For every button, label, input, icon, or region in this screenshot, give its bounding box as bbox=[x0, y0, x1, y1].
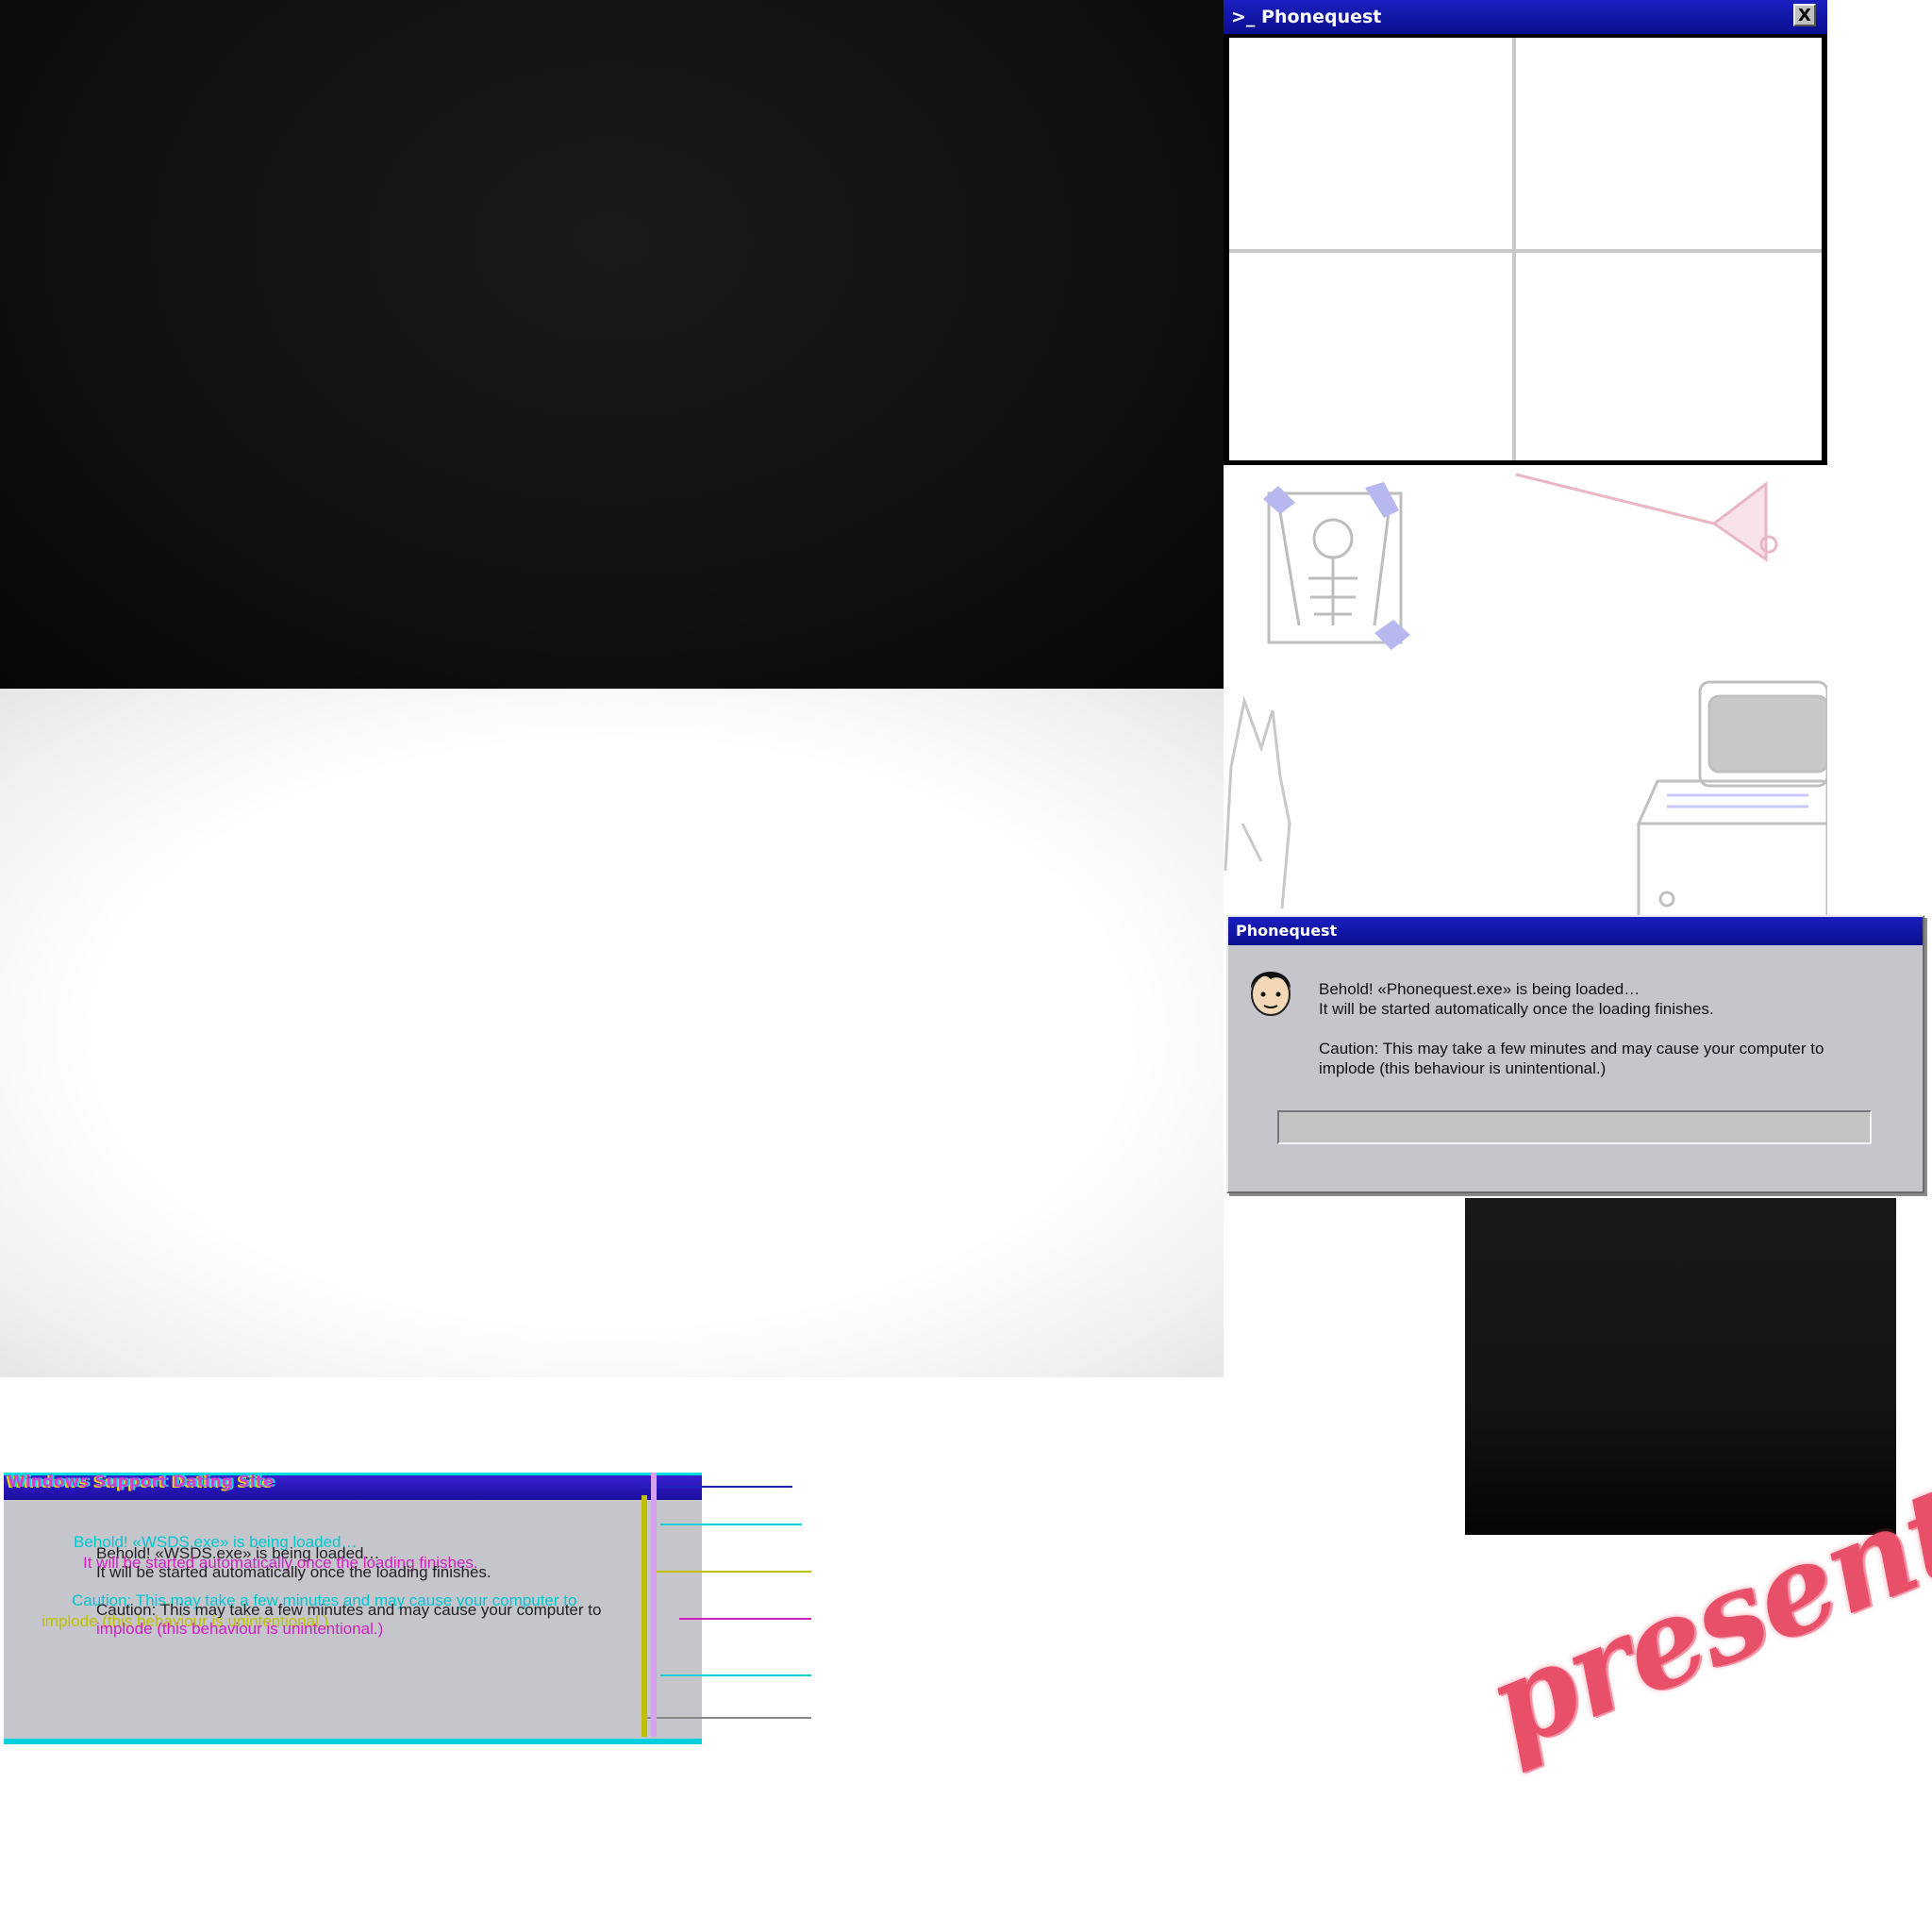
glitch-streak bbox=[641, 1486, 792, 1488]
terminal-body bbox=[1229, 38, 1822, 460]
glitch-streak bbox=[679, 1618, 811, 1620]
glitch-streak bbox=[660, 1524, 802, 1525]
dialog-line-3: Caution: This may take a few minutes and… bbox=[1319, 1040, 1824, 1058]
glitch-streak bbox=[641, 1495, 647, 1737]
terminal-titlebar[interactable]: >_ Phonequest X bbox=[1224, 0, 1827, 34]
loading-dialog: Phonequest Behold! «Phonequest.exe» is b… bbox=[1226, 915, 1924, 1193]
glitch-streak bbox=[651, 1571, 811, 1573]
light-background-panel bbox=[0, 689, 1224, 1377]
dialog-title: Phonequest bbox=[1236, 922, 1338, 940]
terminal-title: Phonequest bbox=[1261, 7, 1382, 27]
glitched-line-2: It will be started automatically once th… bbox=[96, 1563, 491, 1581]
skeleton-poster-sketch bbox=[1267, 491, 1403, 644]
sketch-illustrations bbox=[1224, 465, 1827, 915]
dialog-line-1: Behold! «Phonequest.exe» is being loaded… bbox=[1319, 980, 1641, 998]
terminal-window: >_ Phonequest X bbox=[1224, 0, 1827, 465]
tape-corner-icons bbox=[1263, 482, 1410, 650]
black-square-panel bbox=[1465, 1198, 1896, 1535]
plant-sketch bbox=[1224, 695, 1291, 909]
glitch-streak bbox=[4, 1739, 702, 1744]
loading-progress-bar bbox=[1277, 1110, 1872, 1144]
glitch-streak bbox=[660, 1674, 811, 1676]
lamp-sketch bbox=[1515, 473, 1778, 562]
glitch-streak bbox=[641, 1717, 811, 1719]
grid-divider-horizontal bbox=[1229, 249, 1822, 253]
glitch-streak bbox=[651, 1473, 657, 1737]
dialog-line-2: It will be started automatically once th… bbox=[1319, 1000, 1714, 1018]
glitched-dialog-title: Windows Support Dating Site bbox=[8, 1473, 275, 1491]
glitched-dialog: Windows Support Dating Site Behold! «WSD… bbox=[0, 1467, 821, 1750]
avatar-icon bbox=[1251, 972, 1291, 1016]
close-button[interactable]: X bbox=[1793, 4, 1816, 26]
dialog-titlebar[interactable]: Phonequest bbox=[1228, 917, 1923, 945]
glitched-line-4: implode (this behaviour is unintentional… bbox=[96, 1620, 384, 1638]
dialog-message: Behold! «Phonequest.exe» is being loaded… bbox=[1319, 979, 1885, 1078]
computer-sketch bbox=[1636, 680, 1827, 915]
dialog-line-4: implode (this behaviour is unintentional… bbox=[1319, 1059, 1607, 1077]
dark-background-panel bbox=[0, 0, 1224, 689]
terminal-prompt-icon: >_ bbox=[1231, 7, 1256, 27]
